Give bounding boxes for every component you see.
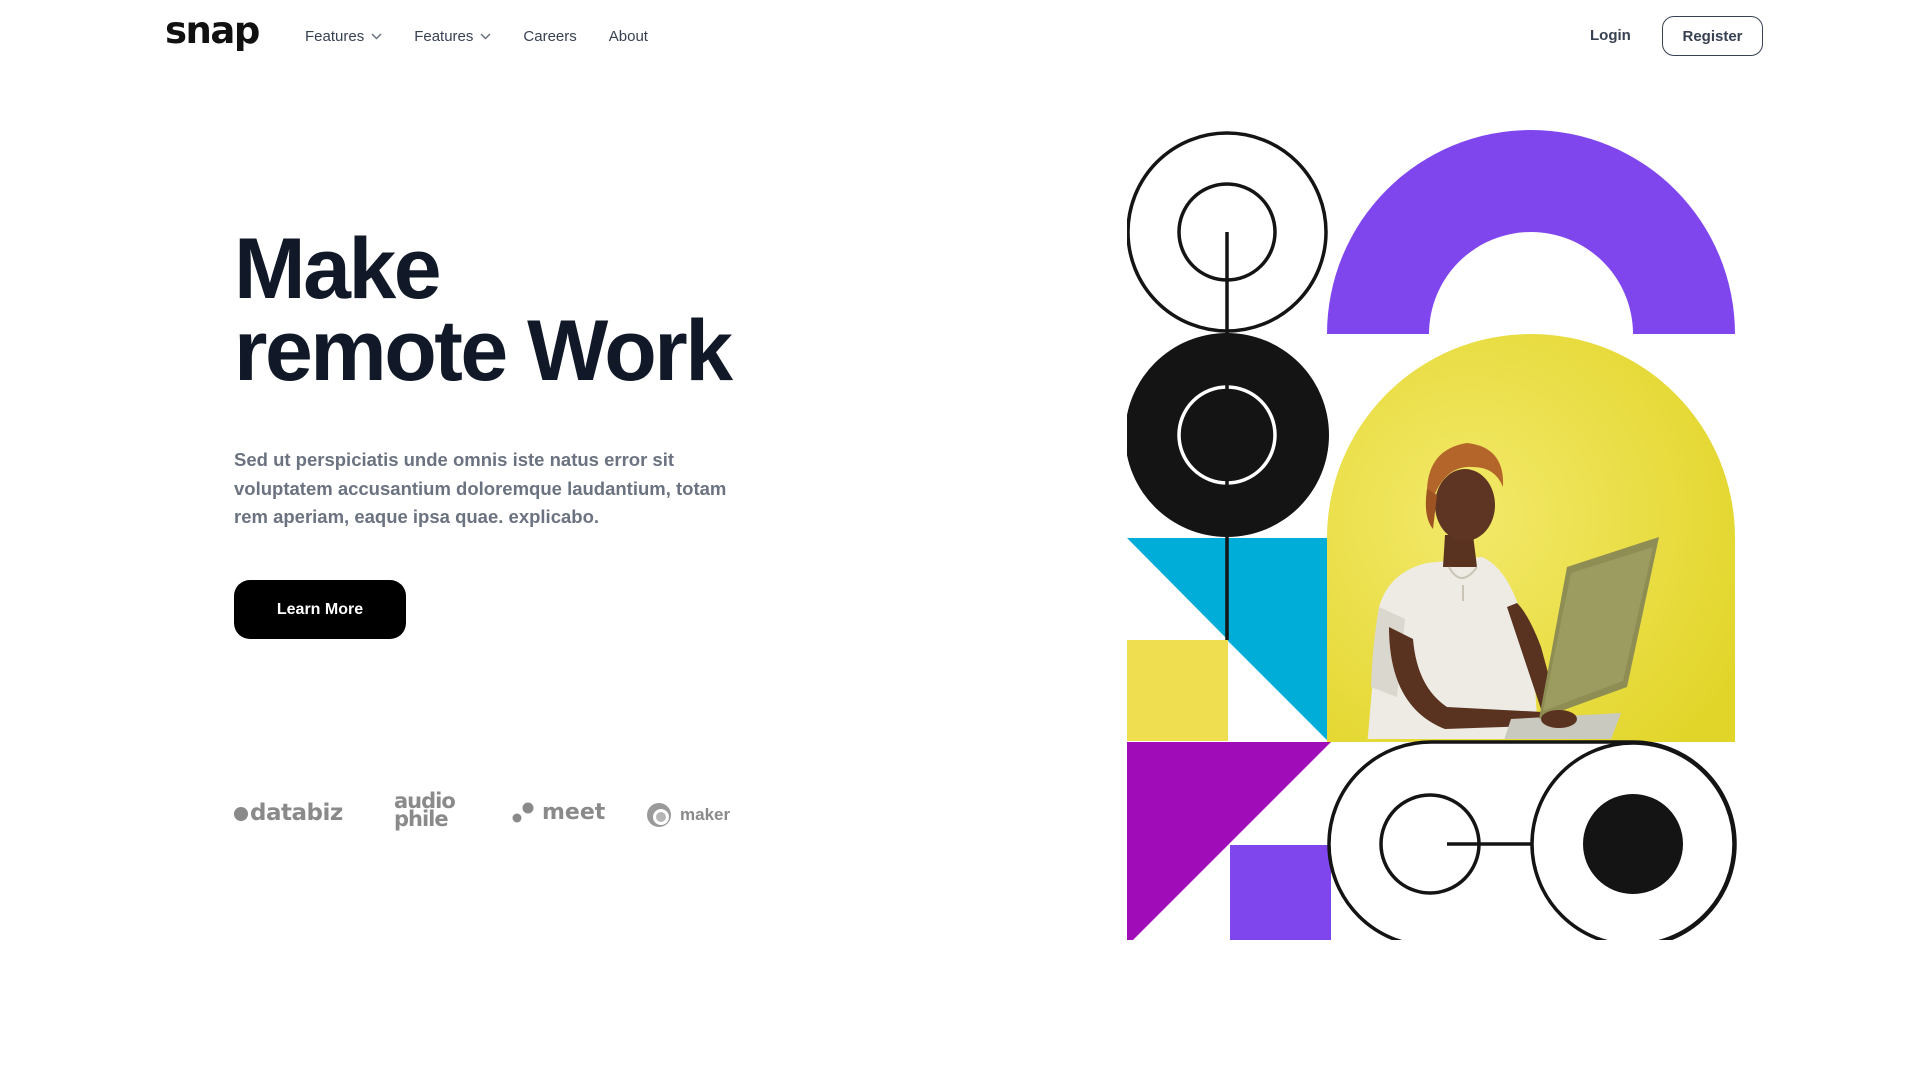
nav-item-label: About bbox=[608, 27, 648, 45]
maker-wordmark: maker bbox=[680, 805, 731, 824]
meet-dots-icon bbox=[512, 802, 534, 822]
nav-item-careers[interactable]: Careers bbox=[523, 27, 576, 45]
databiz-wordmark: databiz bbox=[250, 800, 343, 826]
nav-item-label: Careers bbox=[523, 27, 577, 45]
nav-item-label: Features bbox=[305, 27, 365, 45]
hero-title-line-1: Make bbox=[234, 221, 442, 317]
hero-description: Sed ut perspiciatis unde omnis iste natu… bbox=[234, 449, 727, 527]
nav-item-label: Features bbox=[414, 27, 474, 45]
hero-illustration bbox=[1127, 130, 1737, 940]
hero-title-line-2: remote Work bbox=[234, 303, 733, 399]
main-nav: Features Features Careers About bbox=[305, 27, 680, 45]
pill-switch-shape bbox=[1327, 740, 1737, 940]
databiz-dot-icon bbox=[234, 807, 248, 821]
databiz-logo: databiz bbox=[234, 800, 343, 826]
site-header: snap Features Features Careers About Log… bbox=[0, 0, 1920, 72]
yellow-square-shape bbox=[1127, 640, 1228, 741]
learn-more-button[interactable]: Learn More bbox=[234, 580, 406, 639]
purple-square-shape bbox=[1230, 845, 1331, 940]
audiophile-wordmark-line-2: phile bbox=[394, 807, 449, 831]
client-logos: databiz audio phile meet maker bbox=[234, 791, 754, 842]
snap-logo[interactable]: snap bbox=[165, 12, 260, 49]
meet-wordmark: meet bbox=[542, 800, 606, 825]
audiophile-logo: audio phile bbox=[394, 791, 456, 831]
nav-item-about[interactable]: About bbox=[609, 27, 648, 45]
register-button[interactable]: Register bbox=[1662, 16, 1763, 56]
maker-logo: maker bbox=[646, 802, 730, 828]
login-link[interactable]: Login bbox=[1590, 27, 1631, 44]
nav-item-features-1[interactable]: Features bbox=[305, 27, 382, 45]
maker-swirl-icon bbox=[647, 803, 671, 827]
chevron-down-icon bbox=[480, 32, 491, 40]
hero-title: Make remote Work bbox=[234, 221, 733, 399]
person-photo bbox=[1327, 334, 1735, 742]
chevron-down-icon bbox=[371, 32, 382, 40]
meet-logo: meet bbox=[512, 800, 605, 825]
purple-arch-shape bbox=[1327, 130, 1735, 334]
nav-item-features-2[interactable]: Features bbox=[414, 27, 491, 45]
